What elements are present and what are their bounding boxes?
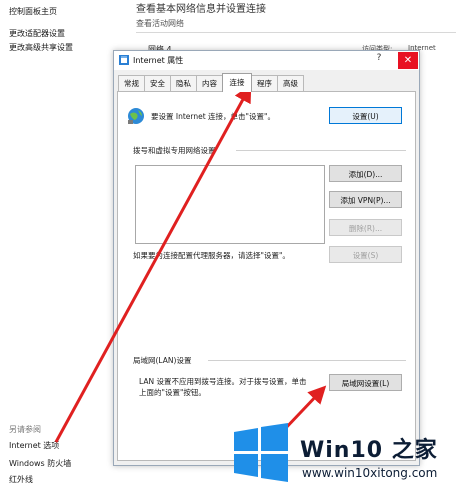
settings-button[interactable]: 设置(S) — [329, 246, 402, 263]
network-center-heading: 查看基本网络信息并设置连接 — [136, 4, 266, 15]
lan-settings-button[interactable]: 局域网设置(L) — [329, 374, 402, 391]
internet-properties-dialog: Internet 属性 ? ✕ 常规 安全 隐私 内容 连接 程序 高级 要设置… — [113, 50, 420, 466]
tab-general[interactable]: 常规 — [118, 75, 145, 91]
lan-instruction-line2: 上面的"设置"按钮。 — [139, 388, 206, 397]
infrared-link[interactable]: 红外线 — [9, 474, 33, 485]
watermark-brand: Win10 之家 — [300, 438, 438, 463]
lan-instruction-line1: LAN 设置不应用到拨号连接。对于拨号设置，单击 — [139, 377, 307, 386]
internet-options-icon — [119, 55, 129, 65]
change-adapter-settings-link[interactable]: 更改适配器设置 — [9, 28, 65, 39]
close-button[interactable]: ✕ — [398, 52, 418, 69]
add-button[interactable]: 添加(D)... — [329, 165, 402, 182]
title-bar[interactable]: Internet 属性 ? ✕ — [114, 51, 419, 70]
control-panel-sidebar: 控制面板主页 更改适配器设置 更改高级共享设置 另请参阅 Internet 选项… — [0, 0, 110, 499]
divider — [136, 32, 456, 33]
internet-options-link[interactable]: Internet 选项 — [9, 440, 59, 451]
watermark: Win10 之家 www.win10xitong.com — [222, 412, 463, 499]
dialog-title: Internet 属性 — [133, 56, 184, 65]
delete-button[interactable]: 删除(R)... — [329, 219, 402, 236]
control-panel-home-link[interactable]: 控制面板主页 — [9, 6, 57, 17]
change-advanced-sharing-link[interactable]: 更改高级共享设置 — [9, 42, 73, 53]
group-divider — [236, 150, 406, 151]
tab-security[interactable]: 安全 — [144, 75, 171, 91]
tab-content[interactable]: 内容 — [196, 75, 223, 91]
setup-instruction: 要设置 Internet 连接，单击"设置"。 — [151, 112, 275, 121]
windows-logo-icon — [234, 423, 288, 482]
lan-group-divider — [208, 360, 406, 361]
dialup-vpn-group-label: 拨号和虚拟专用网络设置 — [133, 146, 216, 155]
connections-listbox[interactable] — [135, 165, 325, 244]
help-button[interactable]: ? — [372, 53, 386, 63]
tab-advanced[interactable]: 高级 — [277, 75, 304, 91]
active-networks-label: 查看活动网络 — [136, 19, 184, 28]
lan-group-label: 局域网(LAN)设置 — [133, 356, 192, 365]
setup-button[interactable]: 设置(U) — [329, 107, 402, 124]
add-vpn-button[interactable]: 添加 VPN(P)... — [329, 191, 402, 208]
tab-privacy[interactable]: 隐私 — [170, 75, 197, 91]
windows-firewall-link[interactable]: Windows 防火墙 — [9, 458, 71, 469]
connections-panel: 要设置 Internet 连接，单击"设置"。 设置(U) 拨号和虚拟专用网络设… — [117, 91, 416, 461]
globe-network-icon — [128, 108, 144, 124]
proxy-instruction: 如果要为连接配置代理服务器，请选择"设置"。 — [133, 251, 290, 260]
see-also-label: 另请参阅 — [9, 425, 41, 434]
watermark-url: www.win10xitong.com — [302, 466, 438, 480]
tab-connections[interactable]: 连接 — [222, 73, 252, 92]
tab-programs[interactable]: 程序 — [251, 75, 278, 91]
